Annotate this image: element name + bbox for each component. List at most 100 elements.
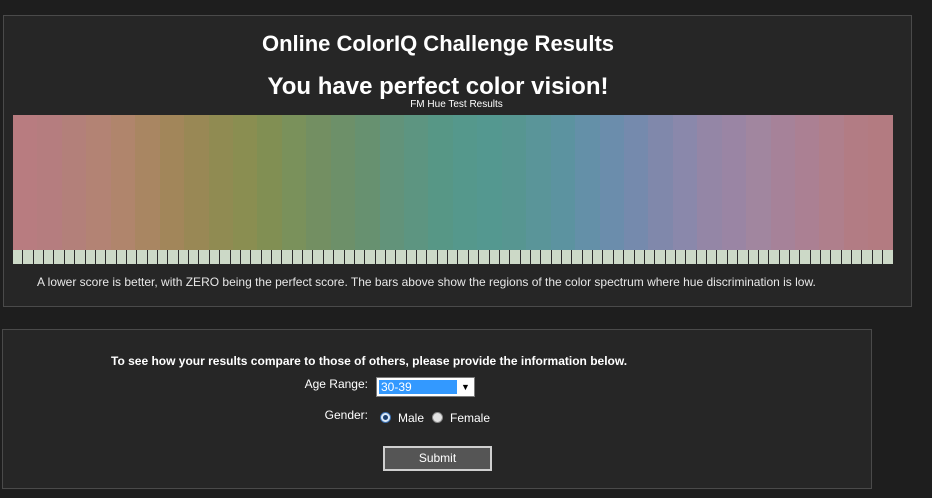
score-cell [603,250,613,264]
hue-band [281,115,307,250]
score-cell [116,250,126,264]
age-range-label: Age Range: [304,377,368,391]
score-cell [13,250,23,264]
score-cell [323,250,334,264]
score-cell [106,250,116,264]
form-prompt: To see how your results compare to those… [111,354,628,368]
score-cell [852,250,862,264]
hue-band [232,115,258,250]
score-cell [758,250,769,264]
hue-band [61,115,87,250]
score-cell [541,250,551,264]
chevron-down-icon[interactable]: ▼ [457,378,474,396]
score-cell [883,250,893,264]
score-cell [717,250,727,264]
hue-band [452,115,478,250]
score-cell [437,250,448,264]
score-cell [385,250,396,264]
hue-band [208,115,233,250]
score-cell [271,250,282,264]
age-range-select[interactable]: 30-39 ▼ [376,377,475,397]
score-cell [769,250,779,264]
hue-spectrum-chart [13,115,893,250]
score-cell [624,250,634,264]
gender-radio-male[interactable] [380,412,391,423]
hue-band [184,115,209,250]
hue-band [770,115,795,250]
score-cell [334,250,344,264]
hue-band [575,115,600,250]
hue-band [477,115,502,250]
hue-band [672,115,698,250]
score-cell [209,250,220,264]
compare-form-panel: To see how your results compare to those… [2,329,872,489]
score-cell [789,250,800,264]
score-cell [686,250,696,264]
results-panel: Online ColorIQ Challenge Results You hav… [3,15,912,307]
score-cell [468,250,479,264]
score-cell [44,250,54,264]
score-cell [810,250,821,264]
score-cell [551,250,562,264]
hue-band [37,115,62,250]
score-cell [220,250,230,264]
hue-band [159,115,185,250]
hue-band [550,115,576,250]
hue-band [795,115,820,250]
hue-band [526,115,551,250]
score-cell [23,250,33,264]
score-cell [738,250,748,264]
hue-band [86,115,111,250]
score-cell [748,250,758,264]
score-cell [54,250,64,264]
score-cell [240,250,251,264]
score-cell [872,250,883,264]
score-cell [821,250,831,264]
score-cell [707,250,717,264]
hue-band [306,115,331,250]
score-cell [831,250,841,264]
score-cell [189,250,199,264]
hue-band [428,115,453,250]
page-title: Online ColorIQ Challenge Results [261,31,615,56]
score-cell [251,250,261,264]
hue-band [648,115,673,250]
score-cell [406,250,417,264]
gender-radio-female[interactable] [432,412,443,423]
hue-band [623,115,649,250]
hue-band [599,115,624,250]
result-headline: You have perfect color vision! [267,73,609,100]
score-cell [499,250,510,264]
score-cell [365,250,375,264]
score-cell [800,250,810,264]
score-cell [458,250,468,264]
gender-option-male-label[interactable]: Male [398,411,424,425]
score-cell [665,250,675,264]
score-cell [64,250,75,264]
score-cell [75,250,85,264]
submit-button[interactable]: Submit [383,446,492,471]
age-range-selected-value: 30-39 [379,380,457,394]
score-cell [489,250,499,264]
hue-band [721,115,747,250]
score-cell [375,250,385,264]
gender-label: Gender: [324,408,368,422]
hue-band [501,115,527,250]
hue-band [843,115,869,250]
hue-band [330,115,356,250]
score-cell [448,250,458,264]
score-cell [613,250,624,264]
gender-option-female-label[interactable]: Female [450,411,490,425]
score-cell [727,250,738,264]
score-cell [510,250,520,264]
hue-band [379,115,404,250]
score-cell [479,250,489,264]
hue-band [697,115,722,250]
score-cell [572,250,582,264]
score-cell [158,250,168,264]
hue-band [404,115,429,250]
score-cell [199,250,209,264]
score-cell [862,250,872,264]
score-cell [427,250,437,264]
score-cell [126,250,137,264]
